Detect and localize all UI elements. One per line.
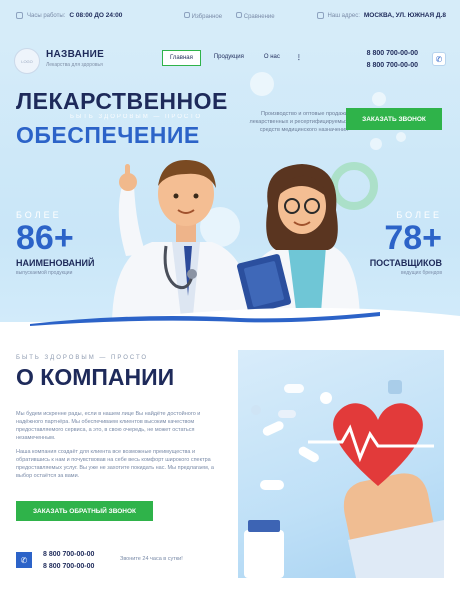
logo[interactable]: LOGO: [14, 48, 40, 74]
pill-icon: [388, 380, 402, 394]
medicine-bottle-icon: [244, 530, 284, 578]
top-links: Избранное Сравнение: [184, 12, 275, 20]
heart-hand-illustration: [244, 380, 444, 578]
stat-products: БОЛЕЕ 86+ НАИМЕНОВАНИЙ выпускаемой проду…: [16, 210, 94, 276]
pill-icon: [284, 384, 304, 393]
about-paragraph-2: Наша компания создаёт для клиента все во…: [16, 449, 214, 479]
heart-icon: [184, 12, 190, 18]
hours-value: С 08:00 ДО 24:00: [69, 12, 123, 19]
working-hours: Часы работы: С 08:00 ДО 24:00: [16, 12, 122, 19]
header-phone-1[interactable]: 8 800 700-00-00: [367, 48, 418, 60]
header-phone-2[interactable]: 8 800 700-00-00: [367, 60, 418, 72]
male-doctor-raised-arm: [118, 186, 146, 256]
hero-description: Производство и оптовые продажи лекарстве…: [249, 111, 348, 133]
stat-products-number: 86+: [16, 219, 74, 257]
tablet-icon: [320, 392, 332, 404]
stat-suppliers-number: 78+: [384, 219, 442, 257]
decor-bubble: [370, 138, 382, 150]
stat-products-sub: выпускаемой продукции: [16, 270, 73, 276]
order-call-button[interactable]: ЗАКАЗАТЬ ЗВОНОК: [346, 108, 442, 130]
nav-about[interactable]: О нас: [257, 50, 287, 66]
building-icon: [316, 12, 324, 19]
decor-bubble: [372, 92, 386, 106]
order-callback-button[interactable]: ЗАКАЗАТЬ ОБРАТНЫЙ ЗВОНОК: [16, 501, 153, 521]
phone-icon[interactable]: ✆: [16, 552, 32, 568]
favorites-label: Избранное: [191, 14, 223, 20]
nav-products[interactable]: Продукция: [207, 50, 251, 66]
male-doctor-eye: [173, 193, 179, 199]
address-label: Наш адрес:: [327, 12, 360, 19]
call-note: Звоните 24 часа в сутки!: [120, 556, 183, 562]
brand[interactable]: НАЗВАНИЕ Лекарства для здоровья: [46, 49, 104, 68]
bottle-cap: [248, 520, 280, 532]
stat-suppliers: БОЛЕЕ 78+ ПОСТАВЩИКОВ ведущих брендов: [370, 210, 442, 276]
nav-home[interactable]: Главная: [162, 50, 201, 66]
about-phone-1[interactable]: 8 800 700-00-00: [43, 549, 94, 561]
hours-label: Часы работы:: [27, 12, 66, 19]
phone-icon[interactable]: ✆: [432, 52, 446, 66]
hero-bottom-wave: [0, 307, 460, 330]
stat-suppliers-sub: ведущих брендов: [400, 270, 442, 276]
clock-icon: [16, 12, 23, 19]
pill-icon: [260, 480, 284, 490]
about-phones: 8 800 700-00-00 8 800 700-00-00: [43, 549, 94, 573]
pill-icon: [298, 446, 319, 463]
brand-name: НАЗВАНИЕ: [46, 49, 105, 60]
address: Наш адрес: МОСКВА, УЛ. ЮЖНАЯ Д.8: [316, 12, 446, 19]
heart-hand-image: [238, 350, 444, 578]
stethoscope-chestpiece: [187, 269, 197, 279]
about-kicker: БЫТЬ ЗДОРОВЫМ — ПРОСТО: [16, 355, 149, 361]
male-doctor-finger: [125, 164, 130, 178]
pill-icon: [278, 410, 296, 418]
compare-label: Сравнение: [243, 14, 275, 20]
male-doctor-eye: [193, 193, 199, 199]
hero-title-line2: ОБЕСПЕЧЕНИЕ: [16, 122, 200, 148]
brand-tagline: Лекарства для здоровья: [46, 62, 103, 68]
top-info-bar: Часы работы: С 08:00 ДО 24:00 Избранное …: [0, 0, 460, 32]
tablet-icon: [251, 405, 261, 415]
about-title: О КОМПАНИИ: [16, 364, 175, 390]
more-menu-icon[interactable]: ⋮: [293, 50, 305, 66]
compare-link[interactable]: Сравнение: [236, 12, 275, 20]
favorites-link[interactable]: Избранное: [184, 12, 222, 20]
about-paragraph-1: Мы будем искренне рады, если в нашем лиц…: [16, 411, 201, 441]
about-phone-2[interactable]: 8 800 700-00-00: [43, 561, 94, 573]
compare-icon: [236, 12, 243, 18]
decor-bubble: [250, 72, 274, 96]
stat-suppliers-label: ПОСТАВЩИКОВ: [369, 258, 442, 268]
decor-bubble: [396, 132, 406, 142]
header-phones: 8 800 700-00-00 8 800 700-00-00: [367, 48, 418, 72]
hero-title-line1: ЛЕКАРСТВЕННОЕ: [16, 88, 228, 114]
address-value: МОСКВА, УЛ. ЮЖНАЯ Д.8: [363, 12, 446, 19]
pill-icon: [262, 421, 284, 436]
main-nav: Главная Продукция О нас ⋮: [162, 50, 305, 66]
stat-products-label: НАИМЕНОВАНИЙ: [16, 258, 95, 268]
hero-title-sub: БЫТЬ ЗДОРОВЫМ — ПРОСТО: [70, 114, 203, 120]
